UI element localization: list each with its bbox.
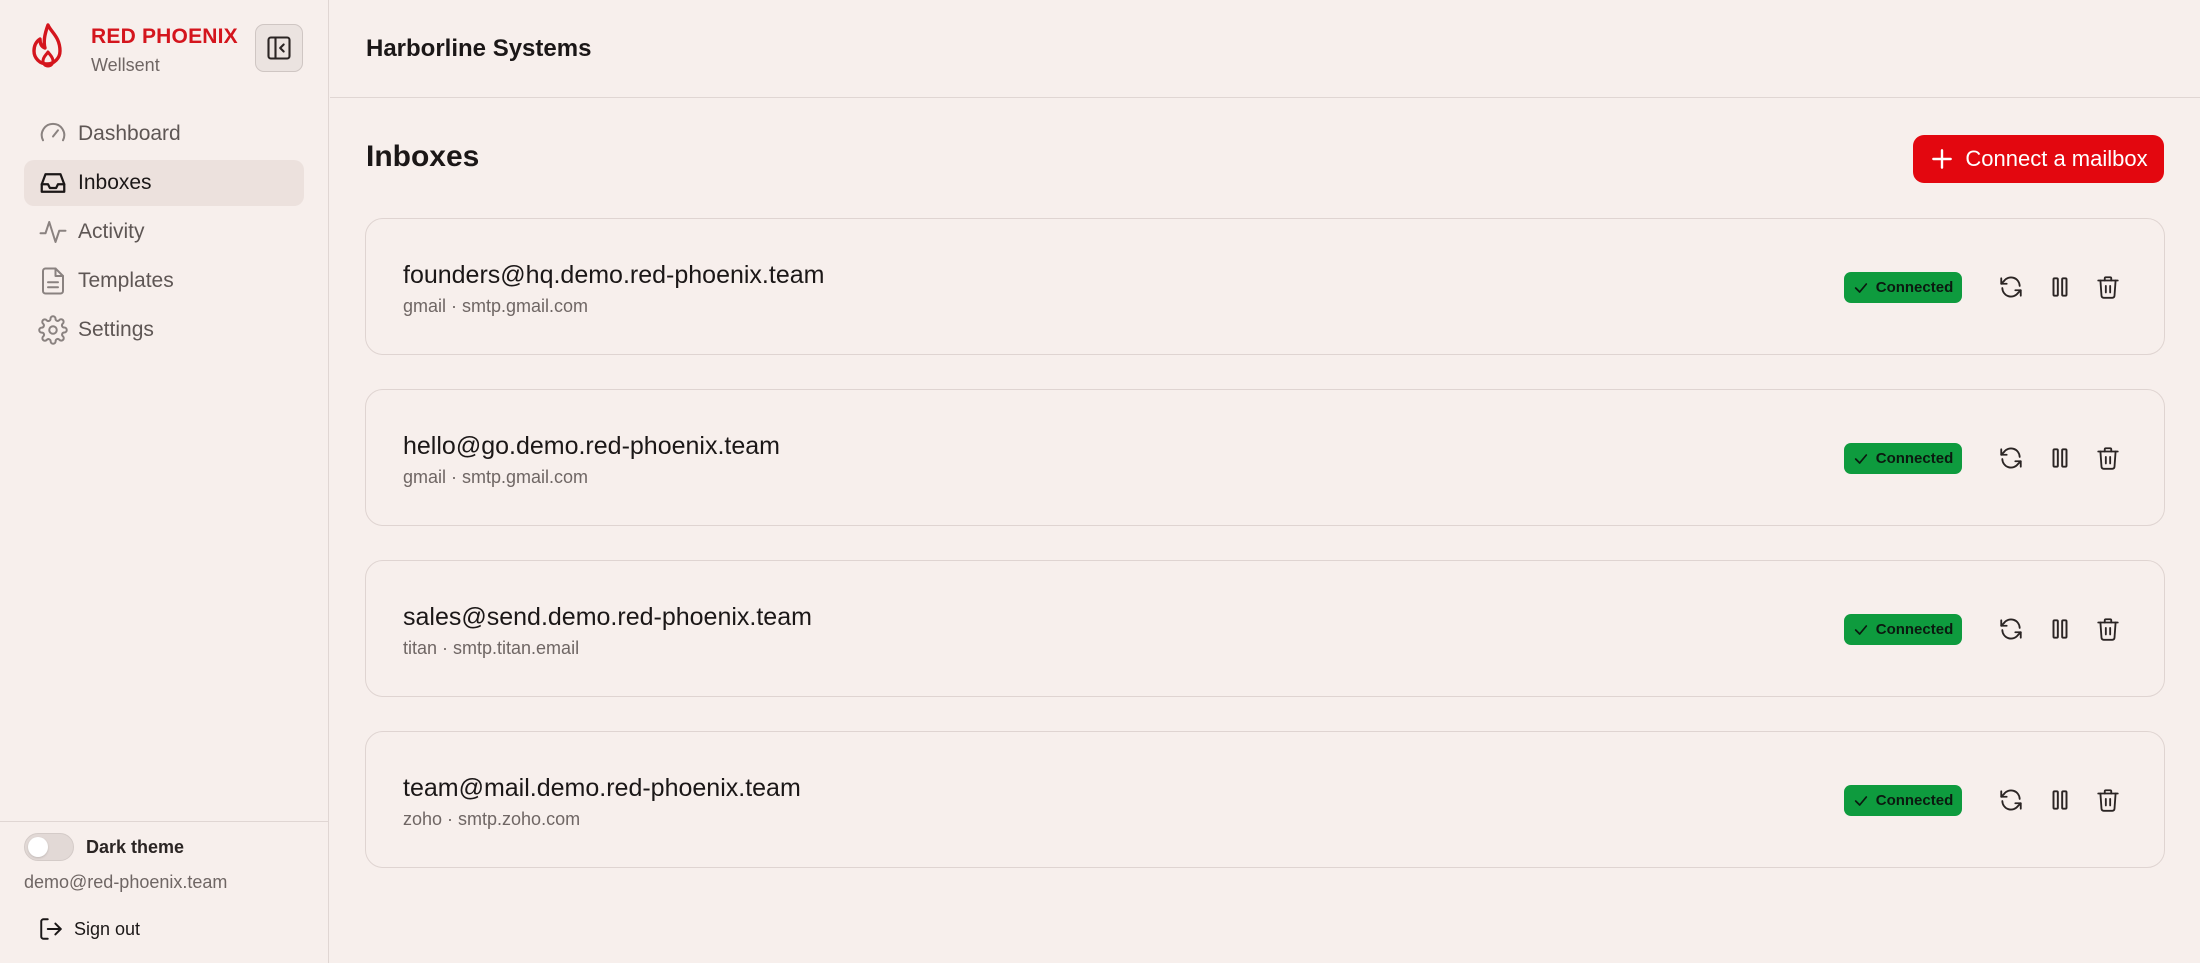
sidebar-collapse-button[interactable] bbox=[255, 24, 303, 72]
sidebar-footer: Dark theme demo@red-phoenix.team Sign ou… bbox=[0, 821, 329, 963]
status-label: Connected bbox=[1875, 450, 1954, 467]
pause-button[interactable] bbox=[2042, 440, 2078, 476]
inbox-email: sales@send.demo.red-phoenix.team bbox=[403, 603, 812, 631]
check-icon bbox=[1854, 624, 1867, 635]
delete-button[interactable] bbox=[2090, 440, 2126, 476]
refresh-icon bbox=[2000, 447, 2022, 469]
check-icon bbox=[1854, 282, 1867, 293]
pause-button[interactable] bbox=[2042, 611, 2078, 647]
page-title: Inboxes bbox=[366, 140, 480, 173]
status-label: Connected bbox=[1875, 279, 1954, 296]
status-badge: Connected bbox=[1844, 272, 1962, 303]
user-email: demo@red-phoenix.team bbox=[24, 872, 228, 892]
inbox-email: team@mail.demo.red-phoenix.team bbox=[403, 774, 801, 802]
refresh-icon bbox=[2000, 789, 2022, 811]
top-bar: Harborline Systems bbox=[330, 0, 2200, 98]
sync-button[interactable] bbox=[1993, 782, 2029, 818]
inbox-card: founders@hq.demo.red-phoenix.team gmail … bbox=[365, 218, 2165, 355]
trash-icon bbox=[2097, 447, 2119, 470]
inbox-list: founders@hq.demo.red-phoenix.team gmail … bbox=[365, 218, 2165, 902]
refresh-icon bbox=[2000, 276, 2022, 298]
sync-button[interactable] bbox=[1993, 440, 2029, 476]
sidebar-item-inboxes[interactable]: Inboxes bbox=[24, 160, 304, 206]
status-badge: Connected bbox=[1844, 785, 1962, 816]
sync-button[interactable] bbox=[1993, 611, 2029, 647]
sidebar-collapse-icon bbox=[267, 36, 291, 60]
sign-out-button[interactable]: Sign out bbox=[38, 916, 140, 942]
connect-mailbox-button[interactable]: Connect a mailbox bbox=[1913, 135, 2164, 183]
status-label: Connected bbox=[1875, 621, 1954, 638]
dark-theme-toggle[interactable] bbox=[24, 833, 74, 861]
inbox-card: sales@send.demo.red-phoenix.team titan ·… bbox=[365, 560, 2165, 697]
inbox-email: hello@go.demo.red-phoenix.team bbox=[403, 432, 780, 460]
sidebar-item-label: Inboxes bbox=[78, 171, 152, 194]
gauge-icon bbox=[40, 122, 66, 142]
pause-button[interactable] bbox=[2042, 269, 2078, 305]
org-name: Harborline Systems bbox=[366, 35, 592, 62]
inbox-meta: gmail · smtp.gmail.com bbox=[403, 467, 589, 487]
status-label: Connected bbox=[1875, 792, 1954, 809]
inbox-icon bbox=[40, 173, 66, 193]
sidebar-nav: Dashboard Inboxes Activity Templates Set… bbox=[24, 111, 304, 356]
brand-name: RED PHOENIX bbox=[91, 25, 238, 48]
sync-button[interactable] bbox=[1993, 269, 2029, 305]
pause-icon bbox=[2052, 448, 2068, 468]
sidebar-item-label: Activity bbox=[78, 220, 145, 243]
sidebar: RED PHOENIX Wellsent Dashboard Inboxes A… bbox=[0, 0, 329, 963]
delete-button[interactable] bbox=[2090, 782, 2126, 818]
file-text-icon bbox=[42, 267, 64, 295]
log-out-icon bbox=[40, 918, 62, 940]
inbox-meta: titan · smtp.titan.email bbox=[403, 638, 580, 658]
status-badge: Connected bbox=[1844, 443, 1962, 474]
inbox-card: hello@go.demo.red-phoenix.team gmail · s… bbox=[365, 389, 2165, 526]
delete-button[interactable] bbox=[2090, 269, 2126, 305]
pause-icon bbox=[2052, 790, 2068, 810]
sidebar-item-label: Dashboard bbox=[78, 122, 181, 145]
theme-label: Dark theme bbox=[86, 836, 185, 857]
sidebar-item-dashboard[interactable]: Dashboard bbox=[24, 111, 304, 157]
trash-icon bbox=[2097, 789, 2119, 812]
inbox-card: team@mail.demo.red-phoenix.team zoho · s… bbox=[365, 731, 2165, 868]
trash-icon bbox=[2097, 276, 2119, 299]
pause-icon bbox=[2052, 277, 2068, 297]
pause-icon bbox=[2052, 619, 2068, 639]
flame-icon bbox=[32, 23, 62, 68]
sidebar-item-templates[interactable]: Templates bbox=[24, 258, 304, 304]
refresh-icon bbox=[2000, 618, 2022, 640]
theme-row: Dark theme bbox=[24, 833, 184, 861]
sidebar-item-label: Settings bbox=[78, 318, 154, 341]
activity-icon bbox=[39, 221, 67, 243]
check-icon bbox=[1854, 453, 1867, 464]
delete-button[interactable] bbox=[2090, 611, 2126, 647]
sign-out-label: Sign out bbox=[74, 918, 141, 939]
gear-icon bbox=[38, 315, 68, 345]
trash-icon bbox=[2097, 618, 2119, 641]
plus-icon bbox=[1932, 149, 1953, 169]
sidebar-item-settings[interactable]: Settings bbox=[24, 307, 304, 353]
inbox-meta: gmail · smtp.gmail.com bbox=[403, 296, 589, 316]
brand: RED PHOENIX Wellsent bbox=[26, 22, 238, 76]
check-icon bbox=[1854, 795, 1867, 806]
sidebar-item-activity[interactable]: Activity bbox=[24, 209, 304, 255]
brand-subtitle: Wellsent bbox=[91, 55, 160, 75]
pause-button[interactable] bbox=[2042, 782, 2078, 818]
connect-mailbox-label: Connect a mailbox bbox=[1965, 146, 2148, 171]
status-badge: Connected bbox=[1844, 614, 1962, 645]
inbox-meta: zoho · smtp.zoho.com bbox=[403, 809, 581, 829]
sidebar-item-label: Templates bbox=[78, 269, 174, 292]
inbox-email: founders@hq.demo.red-phoenix.team bbox=[403, 261, 825, 289]
